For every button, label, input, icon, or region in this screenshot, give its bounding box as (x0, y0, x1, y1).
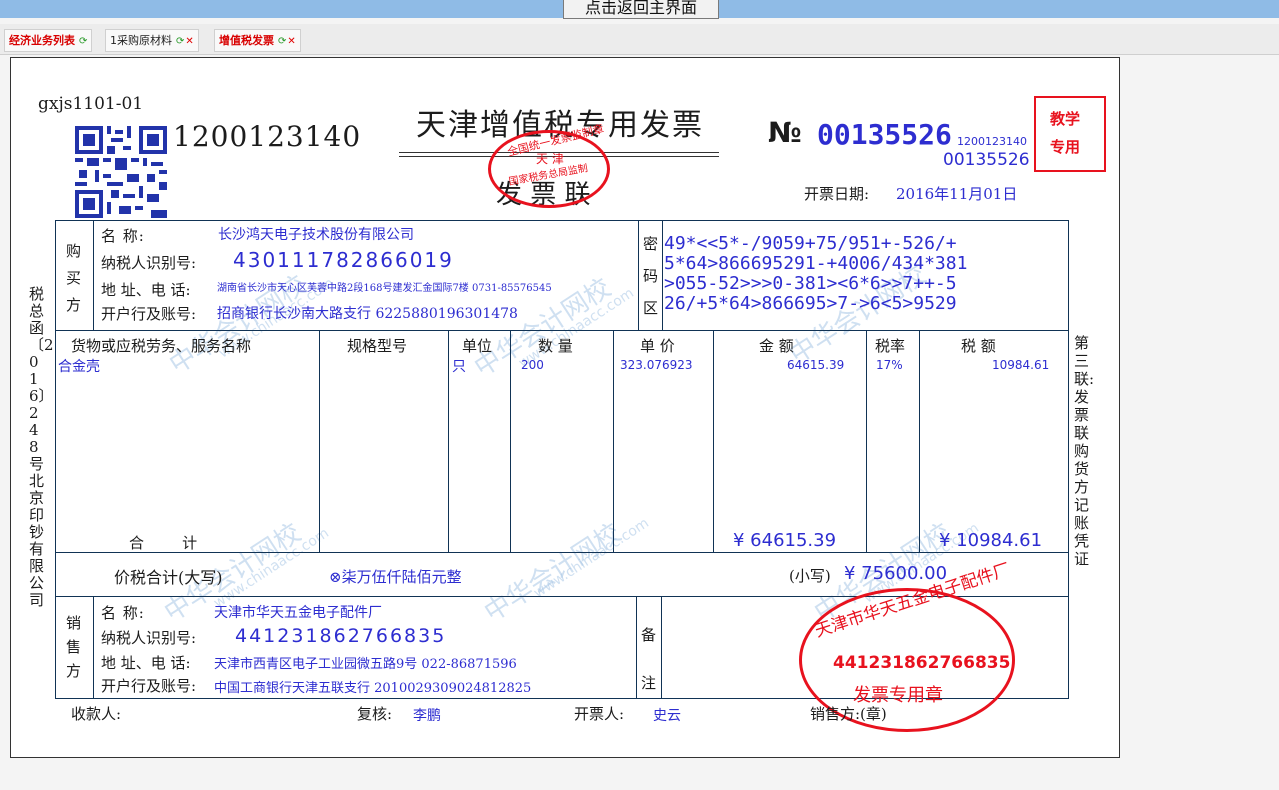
column-header: 单 价 (640, 337, 675, 355)
seller-tax-id-label: 纳税人识别号: (101, 629, 197, 647)
cipher-line: >055-52>>>0-381><6*6>>7++-5 (664, 273, 957, 294)
seller-tax-id: 441231862766835 (235, 625, 447, 647)
seller-bank: 中国工商银行天津五联支行 2010029309024812825 (214, 681, 532, 696)
table-line (55, 552, 1069, 553)
grand-total-label: 价税合计(大写) (114, 568, 223, 587)
seller-seal-label: 销售方:(章) (810, 705, 887, 723)
table-line (636, 596, 637, 698)
column-header: 税率 (875, 337, 906, 355)
invoice-frame: 中华会计网校 www.chinaacc.com 中华会计网校 www.china… (10, 57, 1120, 758)
refresh-icon[interactable]: ⟳ (278, 36, 286, 47)
form-code: gxjs1101-01 (38, 94, 144, 114)
tab-label: 1采购原材料 (110, 34, 172, 47)
seller-name: 天津市华天五金电子配件厂 (214, 605, 382, 621)
cipher-line: 26/+5*64>866695>7->6<5>9529 (664, 293, 957, 314)
table-line (1068, 220, 1069, 698)
tab-label: 经济业务列表 (9, 34, 75, 47)
grand-total-words: ⊗柒万伍仟陆佰元整 (329, 568, 462, 586)
left-margin-text: 税总函〔2016〕248号北京印钞有限公司 (29, 285, 54, 609)
table-line (713, 330, 714, 552)
item-unit: 只 (452, 359, 466, 375)
item-price: 323.076923 (620, 358, 693, 372)
drawer: 史云 (653, 708, 681, 724)
payee-label: 收款人: (71, 705, 122, 723)
invoice-code-small: 1200123140 (957, 135, 1027, 148)
column-header: 数 量 (538, 337, 573, 355)
cipher-section-label: 密码区 (643, 235, 659, 317)
buyer-name: 长沙鸿天电子技术股份有限公司 (218, 227, 414, 243)
reviewer: 李鹏 (413, 708, 441, 724)
drawer-label: 开票人: (574, 705, 625, 723)
item-quantity: 200 (521, 358, 544, 372)
seal-tax-id: 441231862766835 (833, 653, 1011, 673)
cipher-line: 49*<<5*-/9059+75/951+-526/+ (664, 233, 957, 254)
stamp-line: 专用 (1050, 138, 1081, 156)
issue-date: 2016年11月01日 (896, 185, 1018, 203)
close-icon[interactable]: ✕ (185, 36, 193, 47)
seller-bank-label: 开户行及账号: (101, 677, 197, 695)
seller-section-label: 销售方 (66, 614, 82, 680)
qr-code-icon (75, 126, 167, 218)
number-symbol: № (768, 116, 802, 149)
buyer-address: 湖南省长沙市天心区芙蓉中路2段168号建发汇金国际7楼 0731-8557654… (217, 283, 552, 294)
seller-address-label: 地 址、电 话: (101, 654, 191, 672)
table-line (638, 220, 639, 330)
item-tax: 10984.61 (992, 358, 1050, 372)
issue-date-label: 开票日期: (804, 185, 870, 203)
column-header: 单位 (462, 337, 493, 355)
total-amount: ¥ 64615.39 (733, 530, 837, 551)
table-line (613, 330, 614, 552)
table-line (93, 220, 94, 330)
column-header: 规格型号 (347, 337, 408, 355)
seller-name-label: 名 称: (101, 604, 145, 622)
back-to-main-button[interactable]: 点击返回主界面 (563, 0, 719, 19)
tab-label: 增值税发票 (219, 34, 274, 47)
cipher-line: 5*64>866695291-+4006/434*381 (664, 253, 968, 274)
table-line (510, 330, 511, 552)
table-line (448, 330, 449, 552)
table-line (55, 220, 1069, 221)
buyer-tax-id: 430111782866019 (233, 248, 454, 272)
table-line (661, 596, 662, 698)
table-line (93, 596, 94, 698)
stamp-line: 教学 (1050, 110, 1081, 128)
table-line (55, 220, 56, 698)
refresh-icon[interactable]: ⟳ (79, 36, 87, 47)
invoice-number-small: 00135526 (943, 150, 1030, 170)
table-line (866, 330, 867, 552)
table-line (919, 330, 920, 552)
table-line (662, 220, 663, 330)
column-header: 金 额 (759, 337, 794, 355)
remarks-section-label: 备注 (641, 626, 657, 692)
teaching-use-stamp: 教学 专用 (1034, 96, 1106, 172)
table-line (55, 330, 1069, 331)
tab-vat-invoice[interactable]: 增值税发票 ⟳✕ (214, 29, 301, 52)
buyer-address-label: 地 址、电 话: (101, 281, 191, 299)
total-label: 合 计 (129, 534, 198, 552)
total-tax: ¥ 10984.61 (939, 530, 1043, 551)
buyer-tax-id-label: 纳税人识别号: (101, 254, 197, 272)
invoice-number: 00135526 (817, 118, 952, 151)
column-header: 货物或应税劳务、服务名称 (71, 337, 252, 355)
seller-address: 天津市西青区电子工业园微五路9号 022-86871596 (214, 657, 517, 672)
item-tax-rate: 17% (876, 358, 903, 372)
item-name: 合金壳 (58, 359, 100, 375)
table-line (319, 330, 320, 552)
item-amount: 64615.39 (787, 358, 845, 372)
refresh-icon[interactable]: ⟳ (176, 36, 184, 47)
buyer-bank: 招商银行长沙南大路支行 6225880196301478 (217, 306, 518, 322)
grand-total-small-label: (小写) (789, 567, 831, 585)
watermark-text: 中华会计网校 (479, 518, 627, 629)
tab-economic-business-list[interactable]: 经济业务列表 ⟳ (4, 29, 93, 52)
close-icon[interactable]: ✕ (287, 36, 295, 47)
buyer-section-label: 购买方 (66, 242, 82, 314)
buyer-bank-label: 开户行及账号: (101, 305, 197, 323)
tab-bar: 经济业务列表 ⟳ 1采购原材料 ⟳✕ 增值税发票 ⟳✕ (0, 24, 1279, 55)
right-margin-text: 第三联:发票联 购货方记账凭证 (1074, 334, 1095, 568)
buyer-name-label: 名 称: (101, 227, 145, 245)
tab-purchase-materials[interactable]: 1采购原材料 ⟳✕ (105, 29, 199, 52)
column-header: 税 额 (961, 337, 996, 355)
invoice-code: 1200123140 (173, 120, 362, 153)
reviewer-label: 复核: (357, 705, 393, 723)
